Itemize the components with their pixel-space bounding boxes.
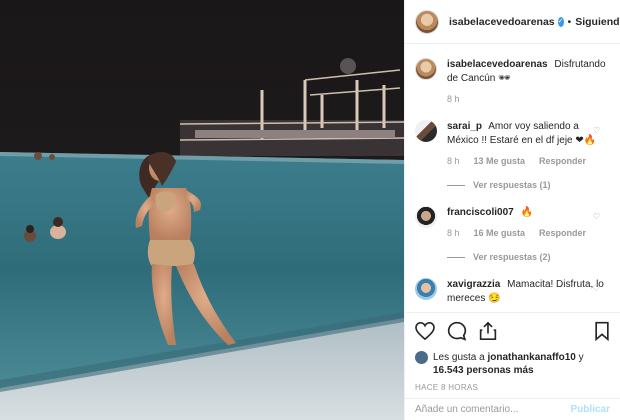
comment-icon[interactable]: [447, 321, 467, 346]
heart-icon[interactable]: [415, 321, 435, 345]
post-actions: Les gusta a jonathankanaffo10 y 16.543 p…: [405, 312, 620, 392]
add-comment-bar: Publicar: [405, 398, 620, 420]
author-username[interactable]: isabelacevedoarenas: [449, 16, 555, 28]
comment-username[interactable]: xavigrazzia: [447, 279, 500, 290]
caption-comment: isabelacevedoarenas Disfrutando de Cancú…: [415, 58, 610, 106]
verified-badge-icon: ✓: [557, 16, 564, 27]
comment-avatar[interactable]: [415, 58, 437, 80]
separator-dot: •: [567, 15, 572, 28]
likes-count[interactable]: 16.543 personas más: [433, 365, 534, 376]
view-replies-link[interactable]: Ver respuestas (1): [447, 178, 610, 192]
reply-button[interactable]: Responder: [539, 226, 586, 240]
comment-username[interactable]: sarai_p: [447, 121, 482, 132]
reply-button[interactable]: Responder: [539, 154, 586, 168]
comment-time: 8 h: [447, 228, 460, 238]
comment-username[interactable]: franciscoli007: [447, 207, 514, 218]
liked-by-text: Les gusta a jonathankanaffo10 y 16.543 p…: [433, 351, 610, 377]
comment-avatar[interactable]: [415, 206, 437, 228]
comment-meta: 8 h: [447, 92, 610, 106]
comment-avatar[interactable]: [415, 278, 437, 300]
liked-by-prefix: Les gusta a: [433, 352, 485, 363]
comments-list[interactable]: isabelacevedoarenas Disfrutando de Cancú…: [405, 44, 620, 312]
following-button[interactable]: Siguiendo: [575, 16, 620, 28]
liker-username[interactable]: jonathankanaffo10: [488, 352, 576, 363]
comment-item: franciscoli007 🔥 8 h 16 Me gusta Respond…: [415, 206, 610, 264]
comment-likes[interactable]: 16 Me gusta: [474, 226, 526, 240]
post-header: isabelacevedoarenas ✓ • Siguiendo: [405, 0, 620, 44]
liked-by-joiner: y: [578, 352, 584, 363]
comment-likes[interactable]: 13 Me gusta: [474, 154, 526, 168]
liked-by: Les gusta a jonathankanaffo10 y 16.543 p…: [415, 351, 610, 377]
pool-night-scene: [0, 0, 404, 420]
comment-time: 8 h: [447, 156, 460, 166]
comment-meta: 8 h 16 Me gusta Responder: [447, 226, 610, 240]
comment-avatar[interactable]: [415, 120, 437, 142]
share-icon[interactable]: [479, 321, 497, 346]
post-timestamp[interactable]: HACE 8 HORAS: [415, 383, 610, 392]
comment-username[interactable]: isabelacevedoarenas: [447, 59, 548, 70]
liker-avatar[interactable]: [415, 351, 428, 364]
post-side-panel: isabelacevedoarenas ✓ • Siguiendo isabel…: [404, 0, 620, 420]
comment-like-heart-icon[interactable]: ♡: [593, 210, 600, 224]
comment-item: xavigrazzia Mamacita! Disfruta, lo merec…: [415, 278, 610, 312]
comment-item: sarai_p Amor voy saliendo a México !! Es…: [415, 120, 610, 192]
author-avatar[interactable]: [415, 9, 439, 34]
comment-time: 8 h: [447, 94, 460, 104]
comment-input[interactable]: [415, 404, 571, 415]
comment-like-heart-icon[interactable]: ♡: [593, 282, 600, 296]
action-icons: [415, 321, 610, 345]
view-replies-link[interactable]: Ver respuestas (2): [447, 250, 610, 264]
publish-button[interactable]: Publicar: [571, 404, 610, 415]
comment-like-heart-icon[interactable]: ♡: [593, 124, 600, 138]
comment-text: 🔥: [520, 207, 533, 218]
bookmark-icon[interactable]: [594, 321, 610, 346]
comment-meta: 8 h 13 Me gusta Responder: [447, 154, 610, 168]
post-photo[interactable]: [0, 0, 404, 420]
